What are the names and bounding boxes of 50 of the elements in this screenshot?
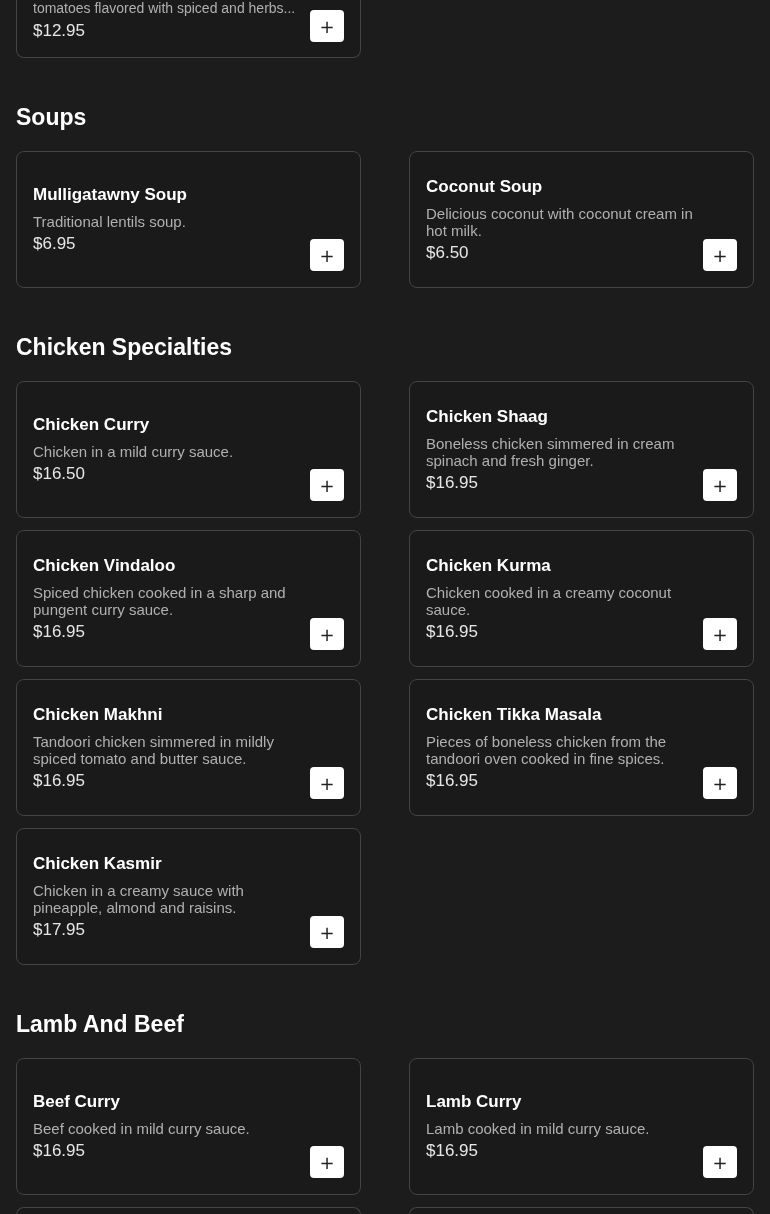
add-button[interactable]: + bbox=[703, 767, 737, 799]
item-description: Traditional lentils soup. bbox=[33, 213, 187, 230]
item-name: Beef Curry bbox=[33, 1092, 121, 1112]
item-price: $12.95 bbox=[33, 21, 86, 41]
section-heading: Lamb And Beef bbox=[16, 1010, 185, 1039]
item-price: $16.95 bbox=[426, 621, 479, 642]
add-button[interactable]: + bbox=[310, 767, 344, 799]
item-name: Chicken Makhni bbox=[33, 704, 164, 725]
item-description: Chicken in a mild curry sauce. bbox=[33, 443, 235, 460]
item-price: $16.95 bbox=[33, 621, 86, 642]
section-heading: Chicken Specialties bbox=[16, 333, 234, 362]
add-button[interactable]: + bbox=[310, 916, 344, 948]
add-button[interactable]: + bbox=[703, 469, 737, 501]
add-button[interactable]: + bbox=[310, 239, 344, 271]
item-price: $16.95 bbox=[33, 1141, 86, 1161]
item-description: Beef cooked in mild curry sauce. bbox=[33, 1120, 251, 1137]
add-button[interactable]: + bbox=[703, 618, 737, 650]
item-description: tomatoes flavored with spiced and herbs... bbox=[33, 0, 297, 17]
item-price: $16.95 bbox=[426, 472, 479, 493]
item-price: $16.50 bbox=[33, 464, 86, 484]
item-description: Lamb cooked in mild curry sauce. bbox=[426, 1120, 651, 1137]
item-name: Chicken Kasmir bbox=[33, 853, 163, 874]
item-name: Chicken Tikka Masala bbox=[426, 704, 603, 725]
item-name: Chicken Shaag bbox=[426, 406, 549, 427]
item-description: Delicious coconut with coconut cream in hot milk. bbox=[426, 204, 693, 239]
item-price: $6.50 bbox=[426, 242, 470, 263]
item-price: $16.95 bbox=[426, 770, 479, 791]
section-heading: Soups bbox=[16, 103, 88, 132]
add-button[interactable]: + bbox=[703, 1146, 737, 1178]
item-name: Mulligatawny Soup bbox=[33, 185, 188, 205]
item-name: Chicken Curry bbox=[33, 415, 151, 435]
item-price: $6.95 bbox=[33, 234, 77, 254]
item-description: Boneless chicken simmered in cream spinach and fresh ginger. bbox=[426, 434, 676, 469]
add-button[interactable]: + bbox=[310, 1146, 344, 1178]
add-button[interactable]: + bbox=[310, 10, 344, 42]
item-description: Chicken in a creamy sauce with pineapple, almond and raisins. bbox=[33, 881, 245, 916]
item-price: $17.95 bbox=[33, 919, 86, 940]
item-name: Chicken Kurma bbox=[426, 555, 552, 576]
item-description: Spiced chicken cooked in a sharp and pungent curry sauce. bbox=[33, 583, 287, 618]
item-price: $16.95 bbox=[33, 770, 86, 791]
item-description: Pieces of boneless chicken from the tandoori oven cooked in fine spices. bbox=[426, 732, 668, 767]
item-name: Lamb Curry bbox=[426, 1092, 523, 1112]
item-name: Coconut Soup bbox=[426, 176, 544, 197]
item-price: $16.95 bbox=[426, 1141, 479, 1161]
add-button[interactable]: + bbox=[310, 618, 344, 650]
add-button[interactable]: + bbox=[310, 469, 344, 501]
item-description: Tandoori chicken simmered in mildly spiced tomato and butter sauce. bbox=[33, 732, 275, 767]
item-description: Chicken cooked in a creamy coconut sauce. bbox=[426, 583, 673, 618]
add-button[interactable]: + bbox=[703, 239, 737, 271]
item-name: Chicken Vindaloo bbox=[33, 555, 177, 576]
